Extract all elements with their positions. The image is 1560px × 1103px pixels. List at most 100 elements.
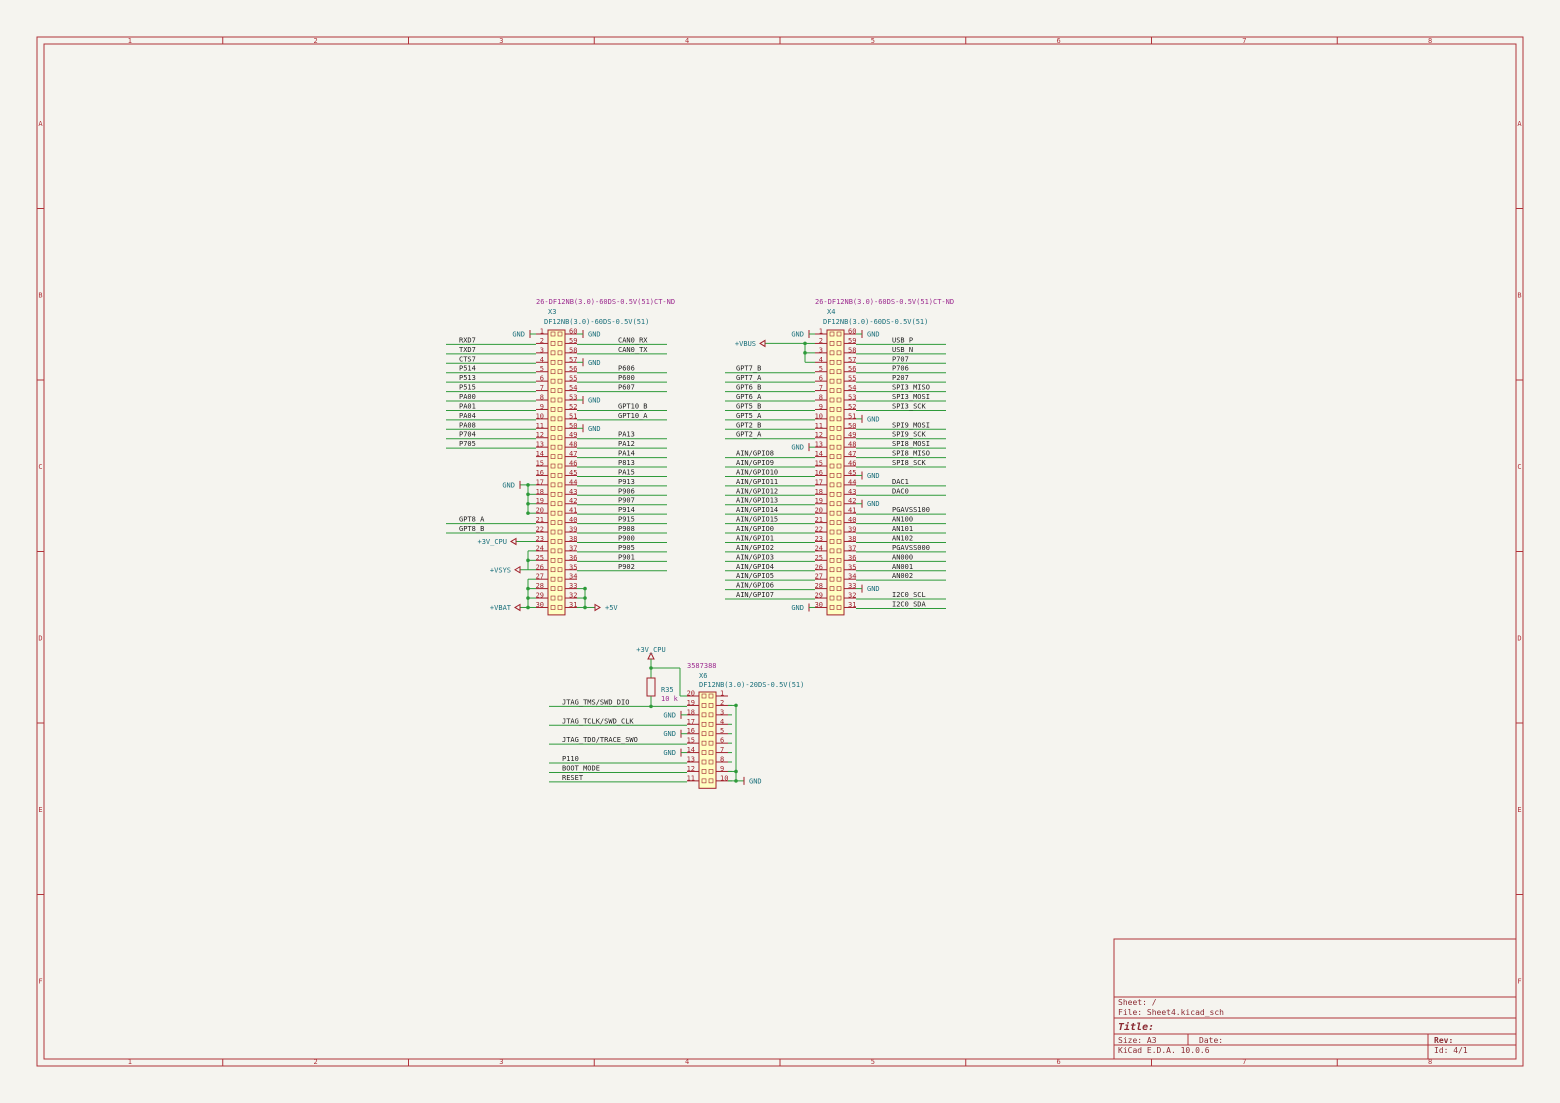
- junction-dot: [526, 501, 530, 506]
- power-label: +VBUS: [735, 340, 756, 348]
- pin-number: 14: [536, 450, 544, 458]
- pin-number: 17: [536, 478, 544, 486]
- pin-number: 26: [536, 563, 544, 571]
- net-label: JTAG_TCLK/SWD_CLK: [562, 717, 634, 725]
- pin-number: 3: [540, 346, 544, 354]
- pin-number: 31: [569, 601, 577, 609]
- title-block-title: Title:: [1118, 1021, 1154, 1033]
- pin-number: 20: [687, 690, 695, 698]
- resistor-ref: R35: [661, 686, 674, 694]
- pin-number: 24: [536, 544, 544, 552]
- part-value: DF12NB(3.0)-60DS-0.5V(51): [544, 318, 649, 326]
- pin-number: 25: [815, 554, 823, 562]
- pin-number: 21: [815, 516, 823, 524]
- net-label: AIN/GPIO4: [736, 563, 774, 571]
- net-label: P607: [618, 384, 635, 392]
- net-label: GPT10_A: [618, 412, 648, 420]
- frame-row-label: D: [1517, 634, 1521, 642]
- net-label: CAN0_RX: [618, 336, 648, 344]
- net-label: RESET: [562, 774, 584, 782]
- net-label: PGAVSS000: [892, 544, 930, 552]
- pin-number: 57: [848, 356, 856, 364]
- net-label: AIN/GPIO2: [736, 544, 774, 552]
- pin-number: 4: [819, 356, 823, 364]
- net-label: TXD7: [459, 346, 476, 354]
- frame-row-label: C: [38, 463, 42, 471]
- pin-number: 8: [540, 394, 544, 402]
- pin-number: 1: [540, 328, 544, 336]
- pin-number: 37: [569, 544, 577, 552]
- net-label: AIN/GPIO5: [736, 572, 774, 580]
- net-label: GPT2_B: [736, 421, 761, 429]
- power-label: +5V: [605, 604, 618, 612]
- frame-col-label: 4: [685, 37, 689, 45]
- frame-col-label: 8: [1428, 37, 1432, 45]
- junction-dot: [734, 703, 738, 708]
- pin-number: 16: [687, 727, 695, 735]
- pin-number: 6: [540, 375, 544, 383]
- pin-number: 6: [819, 375, 823, 383]
- schematic-sheet: 1122334455667788 A AB BC CD DE EF F 1 602 59RXD7…: [36, 36, 1524, 1067]
- frame-row-label: B: [1517, 291, 1521, 299]
- pin-number: 7: [720, 746, 724, 754]
- frame-row-label: A: [38, 120, 43, 128]
- pin-number: 43: [569, 488, 577, 496]
- pin-number: 3: [819, 346, 823, 354]
- pin-number: 13: [536, 441, 544, 449]
- pin-number: 58: [848, 346, 856, 354]
- connector-body: [826, 329, 845, 616]
- pin-number: 16: [815, 469, 823, 477]
- pin-number: 19: [536, 497, 544, 505]
- net-label: PGAVSS100: [892, 506, 930, 514]
- net-label: SPI3_MISO: [892, 384, 930, 392]
- net-label: GPT2_A: [736, 431, 762, 439]
- pin-number: 7: [819, 384, 823, 392]
- pin-number: 60: [848, 328, 856, 336]
- frame-row-label: B: [38, 291, 42, 299]
- junction-dot: [734, 769, 738, 774]
- gnd-label: GND: [791, 444, 804, 452]
- gnd-label: GND: [663, 749, 676, 757]
- pin-number: 32: [569, 592, 577, 600]
- frame-row-label: E: [38, 806, 42, 814]
- pin-number: 50: [569, 422, 577, 430]
- power-arrow: [514, 603, 521, 612]
- frame-col-label: 4: [685, 1058, 689, 1066]
- frame-col-label: 2: [314, 1058, 318, 1066]
- pin-number: 60: [569, 328, 577, 336]
- net-label: AIN/GPIO0: [736, 525, 774, 533]
- net-label: AN001: [892, 563, 913, 571]
- pin-number: 49: [848, 431, 856, 439]
- net-label: PA15: [618, 468, 635, 476]
- pin-number: 33: [569, 582, 577, 590]
- pin-number: 8: [819, 394, 823, 402]
- pin-number: 52: [569, 403, 577, 411]
- pin-number: 3: [720, 708, 724, 716]
- net-label: SPI9_SCK: [892, 431, 927, 439]
- gnd-label: GND: [749, 777, 762, 785]
- net-label: SPI8_MOSI: [892, 440, 930, 448]
- gnd-label: GND: [588, 331, 601, 339]
- title-block: Sheet: / File: Sheet4.kicad_sch Title: S…: [1113, 938, 1517, 1060]
- net-label: P906: [618, 487, 635, 495]
- frame-row-label: F: [1517, 977, 1521, 985]
- net-label: P913: [618, 478, 635, 486]
- frame-row-label: C: [1517, 463, 1521, 471]
- pin-number: 18: [687, 708, 695, 716]
- pin-number: 2: [720, 699, 724, 707]
- pin-number: 53: [569, 394, 577, 402]
- title-block-size: Size: A3: [1118, 1036, 1157, 1045]
- pin-number: 7: [540, 384, 544, 392]
- connector-x6: 20 119 2JTAG_TMS/SWD_DIO18 317 4JTAG_TCLK/SW…: [549, 662, 804, 789]
- title-block-sheet: Sheet: /: [1118, 998, 1157, 1007]
- net-label: CTS7: [459, 355, 476, 363]
- net-label: P707: [892, 355, 909, 363]
- net-label: PA08: [459, 421, 476, 429]
- pin-number: 27: [815, 573, 823, 581]
- net-label: RXD7: [459, 336, 476, 344]
- pin-number: 2: [540, 337, 544, 345]
- net-label: BOOT_MODE: [562, 764, 600, 772]
- pin-number: 1: [819, 328, 823, 336]
- power-arrow: [514, 565, 521, 574]
- connector-body: [547, 329, 566, 616]
